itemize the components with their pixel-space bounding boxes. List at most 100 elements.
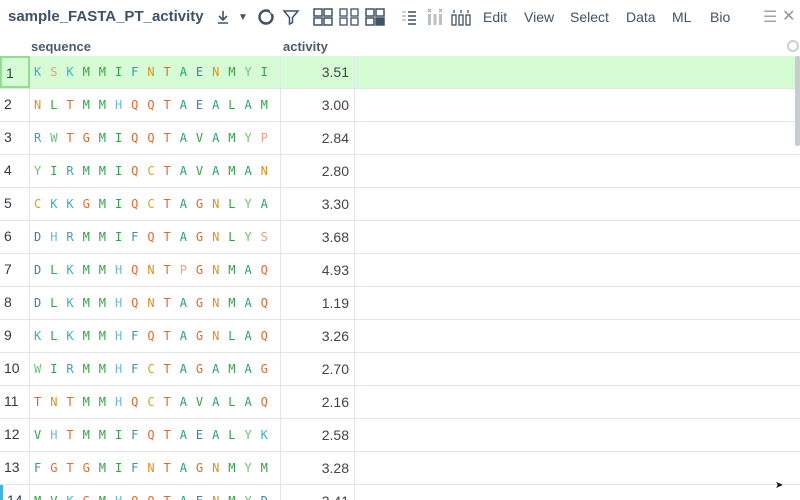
data-grid[interactable]: 1 K S K M M I F N T A E N M Y I 3.51 2 N L T M M H Q Q T A E A L A M 3.00… [0,56,800,500]
row-number[interactable]: 7 [0,254,30,286]
gear-icon[interactable] [787,40,799,52]
menu-bio[interactable]: Bio [710,9,730,25]
table-row[interactable]: 7 D L K M M H Q N T P G N M A Q 4.93 [0,254,800,287]
column-header-activity[interactable]: activity [283,39,328,54]
row-number[interactable]: 11 [0,386,30,418]
close-icon[interactable]: ✕ [782,6,795,26]
amino-acid-letter: M [98,395,106,409]
amino-acid-letter: A [179,461,187,475]
table-row[interactable]: 8 D L K M M H Q N T A G N M A Q 1.19 [0,287,800,320]
table-row[interactable]: 12 V H T M M I F Q T A E A L Y K 2.58 [0,419,800,452]
activity-cell[interactable]: 1.19 [281,287,355,319]
amino-acid-letter: M [82,263,90,277]
table-row[interactable]: 11 T N T M M H Q C T A V A L A Q 2.16 [0,386,800,419]
activity-cell[interactable]: 2.84 [281,122,355,154]
activity-cell[interactable]: 2.58 [281,419,355,451]
table-row[interactable]: 2 N L T M M H Q Q T A E A L A M 3.00 [0,89,800,122]
filter-icon[interactable] [280,6,302,28]
activity-cell[interactable]: 2.70 [281,353,355,385]
amino-acid-letter: G [195,230,204,244]
dropdown-caret-icon[interactable]: ▼ [232,6,254,28]
amino-acid-letter: L [228,428,236,442]
sequence-cell[interactable]: YIRMMIQCTAVAMAN [31,155,281,187]
amino-acid-letter: A [179,296,187,310]
row-number[interactable]: 3 [0,122,30,154]
amino-acid-letter: R [66,230,74,244]
sequence-cell[interactable]: KLKMMHFQTAGNLAQ [31,320,281,352]
column-settings-icon[interactable] [450,6,472,28]
row-number[interactable]: 4 [0,155,30,187]
menu-select[interactable]: Select [570,9,609,25]
table-row[interactable]: 10 W I R M M H F C T A G A M A G 2.70 [0,353,800,386]
table-row[interactable]: 14MVKGMHQQTAENMYD3.41 [0,485,800,500]
row-number[interactable]: 1 [0,56,30,88]
activity-cell[interactable]: 2.80 [281,155,355,187]
menu-edit[interactable]: Edit [483,9,507,25]
activity-cell[interactable]: 4.93 [281,254,355,286]
column-stats-icon[interactable] [398,6,420,28]
table-row[interactable]: 1 K S K M M I F N T A E N M Y I 3.51 [0,56,800,89]
amino-acid-letter: L [228,98,236,112]
sequence-cell[interactable]: KSKMMIFNTAENMYI [31,56,281,88]
sequence-cell[interactable]: NLTMMHQQTAEALAM [31,89,281,121]
amino-acid-letter: M [228,494,244,500]
sequence-cell[interactable]: RWTGMIQQTAVAMYP [31,122,281,154]
sequence-cell[interactable]: TNTMMHQCTAVALAQ [31,386,281,418]
hamburger-icon[interactable]: ☰ [763,7,777,27]
sequence-cell[interactable]: MVKGMHQQTAENMYD [31,485,281,500]
row-number[interactable]: 8 [0,287,30,319]
activity-cell[interactable]: 3.28 [281,452,355,484]
row-number[interactable]: 5 [0,188,30,220]
vertical-scrollbar[interactable] [795,56,800,146]
table-row[interactable]: 9 K L K M M H F Q T A G N L A Q 3.26 [0,320,800,353]
sequence-cell[interactable]: FGTGMIFNTAGNMYM [31,452,281,484]
row-number[interactable]: 14 [0,485,30,500]
row-number[interactable]: 2 [0,89,30,121]
table-title[interactable]: sample_FASTA_PT_activity [8,8,204,25]
amino-acid-letter: R [66,164,74,178]
table-row[interactable]: 3 R W T G M I Q Q T A V A M Y P 2.84 [0,122,800,155]
menu-view[interactable]: View [524,9,554,25]
column-hide-icon[interactable] [424,6,446,28]
row-number[interactable]: 6 [0,221,30,253]
grid-layout-1-icon[interactable] [312,6,334,28]
amino-acid-letter: A [179,329,187,343]
sequence-cell[interactable]: DHRMMIFQTAGNLYS [31,221,281,253]
table-row[interactable]: 6 D H R M M I F Q T A G N L Y S 3.68 [0,221,800,254]
column-header-sequence[interactable]: sequence [31,39,91,54]
table-row[interactable]: 4 Y I R M M I Q C T A V A M A N 2.80 [0,155,800,188]
refresh-icon[interactable] [255,6,277,28]
sequence-cell[interactable]: DLKMMHQNTAGNMAQ [31,287,281,319]
row-number[interactable]: 12 [0,419,30,451]
table-row[interactable]: 5 C K K G M I Q C T A G N L Y A 3.30 [0,188,800,221]
activity-cell[interactable]: 3.26 [281,320,355,352]
activity-cell[interactable]: 3.51 [281,56,355,88]
sequence-cell[interactable]: DLKMMHQNTPGNMAQ [31,254,281,286]
download-icon[interactable] [212,6,234,28]
grid-layout-3-icon[interactable] [364,6,386,28]
amino-acid-letter: T [163,296,171,310]
amino-acid-letter: A [179,98,187,112]
amino-acid-letter: N [147,65,155,79]
sequence-cell[interactable]: WIRMMHFCTAGAMAG [31,353,281,385]
amino-acid-letter: T [163,65,171,79]
activity-cell[interactable]: 3.41 [281,485,355,500]
amino-acid-letter: N [260,164,268,178]
activity-cell[interactable]: 3.30 [281,188,355,220]
sequence-cell[interactable]: VHTMMIFQTAEALYK [31,419,281,451]
grid-layout-2-icon[interactable] [338,6,360,28]
row-number[interactable]: 13 [0,452,30,484]
row-number[interactable]: 9 [0,320,30,352]
sequence-cell[interactable]: CKKGMIQCTAGNLYA [31,188,281,220]
activity-cell[interactable]: 3.68 [281,221,355,253]
amino-acid-letter: T [163,164,171,178]
table-row[interactable]: 13 F G T G M I F N T A G N M Y M 3.28 [0,452,800,485]
amino-acid-letter: N [34,98,42,112]
activity-cell[interactable]: 3.00 [281,89,355,121]
amino-acid-letter: W [34,362,42,376]
activity-cell[interactable]: 2.16 [281,386,355,418]
menu-ml[interactable]: ML [672,9,691,25]
menu-data[interactable]: Data [626,9,656,25]
amino-acid-letter: Q [260,263,268,277]
row-number[interactable]: 10 [0,353,30,385]
